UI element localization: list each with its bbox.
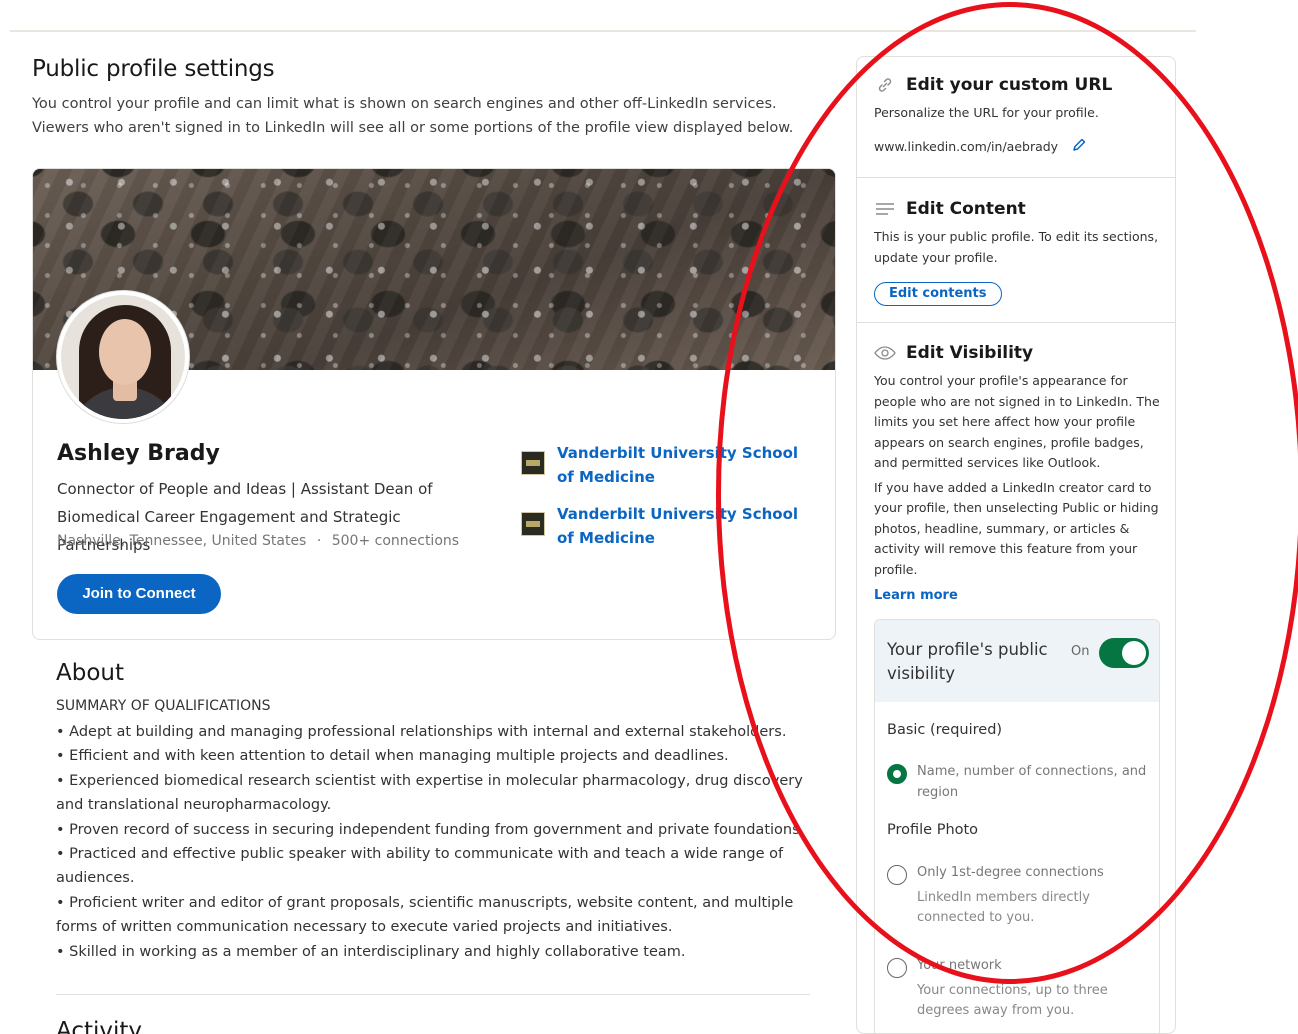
activity-heading: Activity bbox=[56, 1018, 143, 1034]
avatar bbox=[57, 291, 189, 423]
creator-card-note: If you have added a LinkedIn creator car… bbox=[874, 479, 1159, 577]
edit-visibility-title: Edit Visibility bbox=[906, 343, 1034, 363]
photo-option-first-degree[interactable]: Only 1st-degree connections LinkedIn mem… bbox=[887, 863, 1151, 929]
custom-url-value: www.linkedin.com/in/aebrady bbox=[874, 139, 1059, 154]
list-item: • Practiced and effective public speaker… bbox=[56, 846, 784, 887]
pencil-icon[interactable] bbox=[1072, 138, 1086, 156]
list-item: • Efficient and with keen attention to d… bbox=[56, 748, 729, 765]
list-item: • Proficient writer and editor of grant … bbox=[56, 894, 794, 936]
profile-name: Ashley Brady bbox=[57, 441, 220, 466]
public-visibility-title: Your profile's public visibility bbox=[887, 640, 1048, 683]
profile-card: Ashley Brady Connector of People and Ide… bbox=[32, 168, 836, 640]
school-logo-icon bbox=[521, 512, 545, 536]
school-logo-icon bbox=[521, 451, 545, 475]
basic-required-label: Basic (required) bbox=[887, 722, 1003, 738]
education-link[interactable]: Vanderbilt University School of Medicine bbox=[557, 502, 807, 550]
separator-dot: · bbox=[316, 533, 322, 549]
page-description: You control your profile and can limit w… bbox=[32, 96, 794, 136]
photo-option-sub: LinkedIn members directly connected to y… bbox=[917, 889, 1090, 926]
list-item: • Proven record of success in securing i… bbox=[56, 821, 805, 838]
about-section: About SUMMARY OF QUALIFICATIONS • Adept … bbox=[56, 660, 816, 964]
eye-icon bbox=[874, 343, 896, 363]
basic-option[interactable]: Name, number of connections, and region bbox=[887, 762, 1151, 803]
edit-content-title: Edit Content bbox=[906, 199, 1026, 219]
custom-url-description: Personalize the URL for your profile. bbox=[874, 105, 1099, 120]
basic-option-label: Name, number of connections, and region bbox=[917, 764, 1147, 800]
top-divider bbox=[10, 30, 1196, 32]
edit-visibility-section: Edit Visibility You control your profile… bbox=[857, 343, 1175, 603]
list-item: • Adept at building and managing profess… bbox=[56, 724, 787, 740]
join-to-connect-button[interactable]: Join to Connect bbox=[57, 574, 221, 614]
edit-content-description: This is your public profile. To edit its… bbox=[874, 229, 1159, 265]
radio-button[interactable] bbox=[887, 865, 907, 885]
education-link[interactable]: Vanderbilt University School of Medicine bbox=[557, 441, 807, 489]
photo-option-sub: Your connections, up to three degrees aw… bbox=[917, 982, 1108, 1019]
edit-content-section: Edit Content This is your public profile… bbox=[857, 199, 1175, 306]
settings-sidebar: Edit your custom URL Personalize the URL… bbox=[856, 56, 1176, 1034]
link-icon bbox=[874, 75, 896, 95]
public-visibility-panel: Your profile's public visibility On Basi… bbox=[874, 619, 1160, 1033]
toggle-state-label: On bbox=[1071, 644, 1090, 659]
radio-selected[interactable] bbox=[887, 764, 907, 784]
list-item: • Skilled in working as a member of an i… bbox=[56, 943, 686, 960]
about-bullet-list: • Adept at building and managing profess… bbox=[56, 720, 816, 964]
profile-location: Nashville, Tennessee, United States bbox=[57, 533, 307, 549]
custom-url-section: Edit your custom URL Personalize the URL… bbox=[857, 75, 1175, 156]
profile-location-line: Nashville, Tennessee, United States · 50… bbox=[57, 533, 459, 549]
public-visibility-toggle[interactable] bbox=[1099, 638, 1149, 668]
edit-contents-button[interactable]: Edit contents bbox=[874, 282, 1002, 306]
section-divider bbox=[857, 322, 1175, 323]
lines-icon bbox=[874, 199, 896, 219]
custom-url-title: Edit your custom URL bbox=[906, 75, 1113, 95]
visibility-description: You control your profile's appearance fo… bbox=[874, 373, 1160, 470]
education-item[interactable]: Vanderbilt University School of Medicine bbox=[521, 502, 821, 550]
education-item[interactable]: Vanderbilt University School of Medicine bbox=[521, 441, 821, 489]
list-item: • Experienced biomedical research scient… bbox=[56, 772, 803, 814]
section-divider bbox=[56, 994, 810, 995]
about-summary-title: SUMMARY OF QUALIFICATIONS bbox=[56, 698, 271, 714]
learn-more-link[interactable]: Learn more bbox=[874, 588, 1160, 603]
main-column: Public profile settings You control your… bbox=[32, 56, 836, 1034]
photo-option-label: Only 1st-degree connections bbox=[917, 865, 1104, 880]
page-title: Public profile settings bbox=[32, 56, 275, 82]
about-heading: About bbox=[56, 660, 125, 686]
profile-connections: 500+ connections bbox=[331, 533, 460, 549]
profile-photo-label: Profile Photo bbox=[887, 822, 979, 838]
photo-option-label: Your network bbox=[917, 958, 1002, 973]
photo-option-network[interactable]: Your network Your connections, up to thr… bbox=[887, 956, 1151, 1022]
radio-button[interactable] bbox=[887, 958, 907, 978]
section-divider bbox=[857, 177, 1175, 178]
